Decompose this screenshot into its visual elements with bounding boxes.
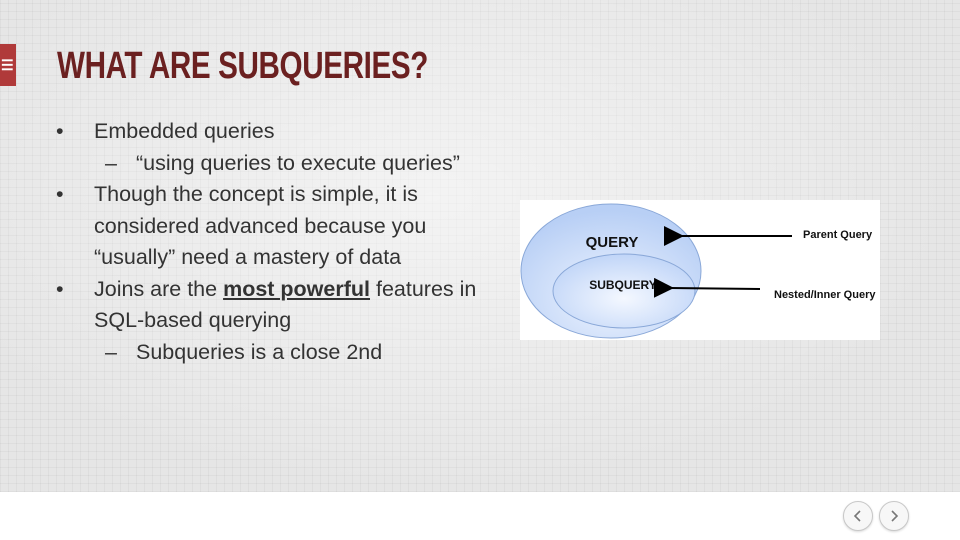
bullet-text: Embedded queries (94, 119, 275, 143)
slide-title: What are Subqueries? (57, 45, 428, 87)
slide: ☰ What are Subqueries? • Embedded querie… (0, 0, 960, 492)
sub-bullet-text: “using queries to execute queries” (136, 150, 460, 175)
outer-query-label: QUERY (586, 234, 639, 251)
menu-toggle-button[interactable]: ☰ (0, 44, 16, 86)
sub-bullet-text: Subqueries is a close 2nd (136, 339, 383, 364)
sub-bullet-item: – “using queries to execute queries” (56, 148, 496, 180)
bullet-item: • Embedded queries (56, 116, 496, 148)
bullet-emphasis: most powerful (223, 276, 370, 301)
bullet-marker: • (56, 276, 64, 301)
sub-bullet-marker: – (105, 150, 117, 175)
bullet-item: • Though the concept is simple, it is co… (56, 179, 496, 274)
bullet-list: • Embedded queries – “using queries to e… (56, 116, 496, 368)
parent-query-label: Parent Query (803, 229, 873, 241)
bullet-marker: • (56, 119, 64, 143)
subquery-diagram: QUERY SUBQUERY Parent Query Nested/Inner… (520, 200, 880, 340)
bullet-text-prefix: Joins are the (94, 276, 224, 301)
nested-arrow (653, 277, 761, 298)
nested-query-label: Nested/Inner Query (774, 289, 876, 301)
bullet-text: Though the concept is simple, it is cons… (94, 182, 427, 269)
diagram-svg: QUERY SUBQUERY Parent Query Nested/Inner… (520, 203, 876, 339)
chevron-left-icon (853, 510, 861, 522)
sub-bullet-marker: – (105, 339, 117, 364)
chevron-right-icon (891, 510, 899, 522)
bullet-item: • Joins are the most powerful features i… (56, 274, 496, 337)
previous-slide-button[interactable] (843, 501, 873, 531)
hamburger-icon: ☰ (1, 57, 14, 73)
next-slide-button[interactable] (879, 501, 909, 531)
inner-query-label: SUBQUERY (589, 278, 657, 292)
bullet-marker: • (56, 182, 64, 206)
sub-bullet-item: – Subqueries is a close 2nd (56, 337, 496, 369)
